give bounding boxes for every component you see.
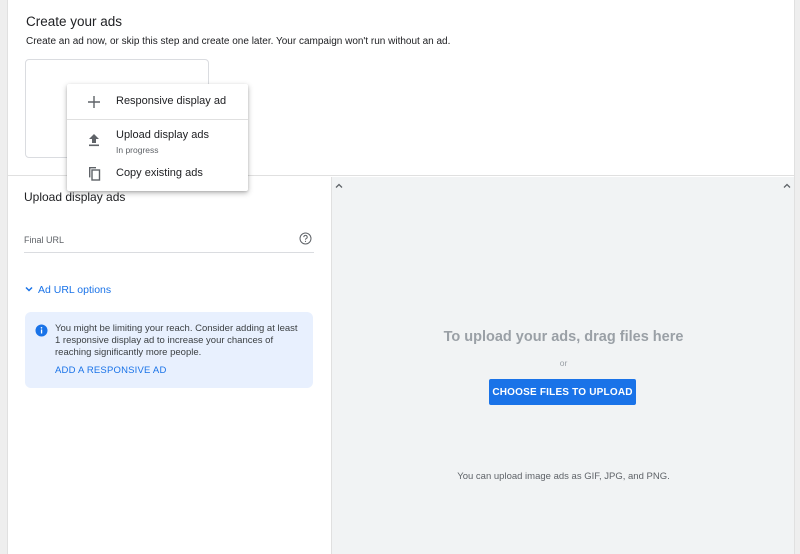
help-icon[interactable]	[299, 232, 312, 245]
supported-formats-text: You can upload image ads as GIF, JPG, an…	[457, 471, 670, 482]
menu-item-upload-display-ads[interactable]: Upload display ads In progress	[67, 120, 248, 156]
drag-files-text: To upload your ads, drag files here	[443, 329, 684, 345]
panel-title: Upload display ads	[24, 190, 126, 204]
chevron-down-icon	[24, 284, 34, 294]
left-frame-border	[0, 0, 8, 554]
chevron-up-icon[interactable]	[781, 178, 793, 188]
menu-item-label: Copy existing ads	[116, 167, 203, 179]
or-separator: or	[559, 358, 568, 368]
reach-info-box: You might be limiting your reach. Consid…	[25, 312, 313, 388]
chevron-up-icon[interactable]	[333, 178, 345, 188]
ad-url-options-label: Ad URL options	[38, 284, 112, 296]
menu-item-label: Responsive display ad	[116, 95, 227, 107]
final-url-underline	[24, 252, 314, 253]
info-icon	[35, 324, 48, 337]
file-drop-zone[interactable]: To upload your ads, drag files here or C…	[331, 177, 794, 554]
copy-icon	[86, 165, 102, 181]
menu-item-copy-existing-ads[interactable]: Copy existing ads	[67, 156, 248, 191]
page: Create your ads Create an ad now, or ski…	[0, 0, 800, 554]
menu-item-responsive-display-ad[interactable]: Responsive display ad	[67, 84, 248, 119]
info-message: You might be limiting your reach. Consid…	[55, 323, 298, 358]
upload-display-ads-panel: Upload display ads Final URL Ad URL opti…	[8, 177, 330, 554]
upload-icon	[86, 132, 102, 148]
final-url-field[interactable]: Final URL	[24, 235, 64, 245]
menu-item-label: Upload display ads	[116, 129, 209, 141]
create-ads-title: Create your ads	[26, 14, 123, 29]
create-ad-menu: Responsive display ad Upload display ads…	[67, 84, 248, 191]
create-ads-subtitle: Create an ad now, or skip this step and …	[26, 36, 451, 47]
add-responsive-ad-link[interactable]: ADD A RESPONSIVE AD	[55, 365, 167, 376]
menu-item-status: In progress	[116, 145, 159, 155]
choose-files-button[interactable]: CHOOSE FILES TO UPLOAD	[489, 379, 636, 405]
ad-url-options-toggle[interactable]: Ad URL options	[24, 284, 111, 296]
plus-icon	[86, 94, 102, 110]
